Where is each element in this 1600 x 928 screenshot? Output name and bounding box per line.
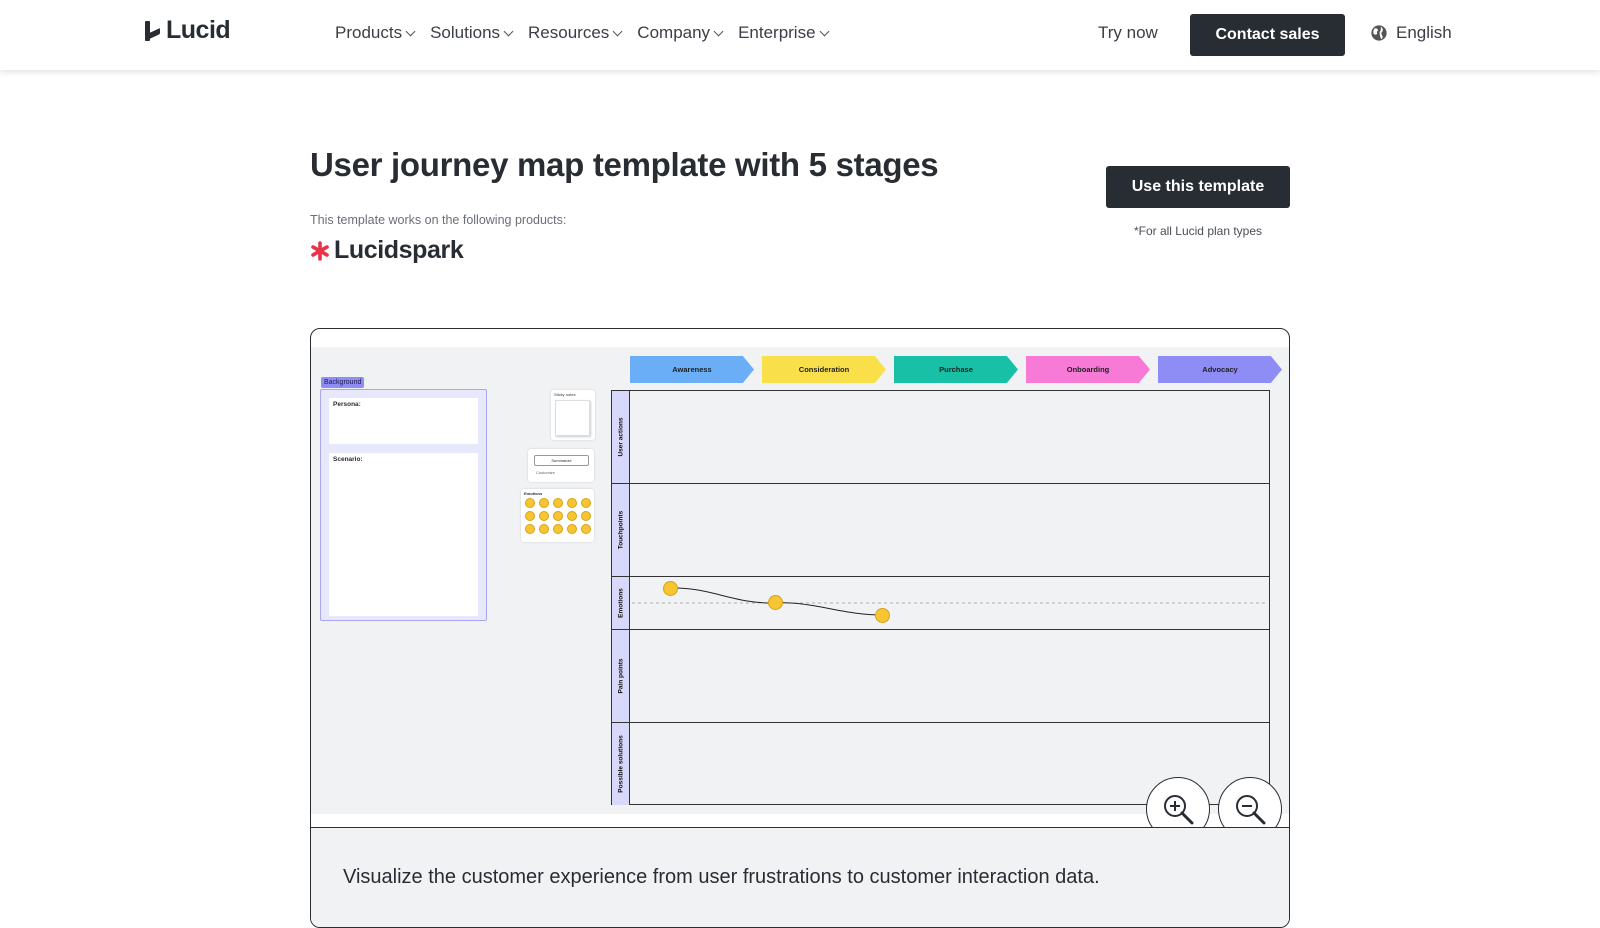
- template-canvas[interactable]: Background Persona: Scenario: Sticky not…: [311, 347, 1289, 841]
- chevron-down-icon: [819, 26, 829, 36]
- sticky-notes-label: Sticky notes: [554, 392, 576, 397]
- zoom-out-icon: [1236, 795, 1266, 825]
- template-preview-card: Background Persona: Scenario: Sticky not…: [310, 328, 1290, 928]
- chevron-down-icon: [405, 26, 416, 36]
- product-name: Lucidspark: [334, 236, 464, 264]
- background-panel: Persona: Scenario:: [320, 389, 487, 621]
- zoom-in-icon: [1164, 795, 1194, 825]
- logo-text: Lucid: [166, 16, 231, 44]
- emoji-icon: [581, 524, 591, 534]
- nav-resources[interactable]: Resources: [528, 23, 623, 43]
- nav-company[interactable]: Company: [637, 23, 724, 43]
- nav-products[interactable]: Products: [335, 23, 416, 43]
- chevron-down-icon: [612, 26, 623, 36]
- nav-solutions[interactable]: Solutions: [430, 23, 514, 43]
- stage-label: Consideration: [798, 365, 850, 374]
- summarize-button: Summarize: [534, 455, 589, 466]
- emotion-curve: [632, 587, 1267, 616]
- contact-sales-button[interactable]: Contact sales: [1190, 14, 1345, 56]
- template-description-area: Visualize the customer experience from u…: [311, 827, 1289, 927]
- main-nav: Products Solutions Resources Company Ent…: [335, 23, 829, 43]
- lucid-logo-icon: [144, 20, 162, 42]
- emotions-label: Emotions: [524, 491, 543, 496]
- emoji-icon: [581, 511, 591, 521]
- stage-awareness: Awareness: [630, 356, 754, 383]
- emoji-icon: [581, 498, 591, 508]
- template-description: Visualize the customer experience from u…: [343, 866, 1100, 888]
- stage-onboarding: Onboarding: [1026, 356, 1150, 383]
- lucidspark-icon: [311, 240, 329, 261]
- emoji-icon: [553, 511, 563, 521]
- emoji-icon: [567, 511, 577, 521]
- lucid-logo[interactable]: Lucid: [144, 16, 231, 45]
- emoji-icon: [567, 524, 577, 534]
- sticky-note: [555, 400, 590, 436]
- emoji-icon: [539, 524, 549, 534]
- background-tag: Background: [321, 377, 365, 388]
- customize-label: Customize: [536, 470, 555, 475]
- emoji-icon: [553, 524, 563, 534]
- nav-label: Enterprise: [738, 23, 816, 42]
- emotions-panel: Emotions: [521, 489, 594, 542]
- plan-note: *For all Lucid plan types: [1133, 224, 1263, 238]
- top-navigation-bar: Lucid Products Solutions Resources Compa…: [0, 0, 1600, 70]
- stage-advocacy: Advocacy: [1158, 356, 1282, 383]
- works-on-text: This template works on the following pro…: [310, 213, 567, 227]
- use-template-button[interactable]: Use this template: [1106, 166, 1290, 208]
- chevron-down-icon: [503, 26, 514, 36]
- nav-label: Resources: [528, 23, 610, 42]
- nav-label: Solutions: [430, 23, 501, 42]
- product-badge[interactable]: Lucidspark: [310, 236, 464, 265]
- summarize-label: Summarize: [551, 458, 572, 463]
- emoji-icon: [525, 511, 535, 521]
- stage-label: Awareness: [672, 365, 712, 374]
- try-now-link[interactable]: Try now: [1098, 23, 1158, 43]
- emoji-icon: [553, 498, 563, 508]
- stage-label: Onboarding: [1066, 365, 1110, 374]
- globe-icon: [1371, 25, 1387, 41]
- stage-label: Purchase: [939, 365, 973, 374]
- emoji-icon: [539, 498, 549, 508]
- emoji-grid: [525, 498, 592, 534]
- journey-grid: User actions Touchpoints Emotions Pain p…: [611, 390, 1270, 805]
- language-label: English: [1396, 23, 1452, 42]
- chevron-down-icon: [713, 26, 724, 36]
- neutral-face-icon: [768, 595, 783, 610]
- sticky-notes-panel: Sticky notes: [551, 390, 595, 440]
- emoji-icon: [567, 498, 577, 508]
- stage-label: Advocacy: [1202, 365, 1238, 374]
- sad-face-icon: [875, 608, 890, 623]
- stage-purchase: Purchase: [894, 356, 1018, 383]
- stage-consideration: Consideration: [762, 356, 886, 383]
- emoji-icon: [525, 524, 535, 534]
- nav-label: Company: [637, 23, 711, 42]
- emoji-icon: [525, 498, 535, 508]
- scenario-box: Scenario:: [329, 453, 478, 616]
- emoji-icon: [539, 511, 549, 521]
- nav-enterprise[interactable]: Enterprise: [738, 23, 829, 43]
- ai-panel: Summarize Customize: [528, 449, 594, 482]
- happy-face-icon: [663, 581, 678, 596]
- page-title: User journey map template with 5 stages: [310, 146, 939, 183]
- language-selector[interactable]: English: [1370, 23, 1452, 43]
- nav-label: Products: [335, 23, 403, 42]
- persona-box: Persona:: [329, 398, 478, 444]
